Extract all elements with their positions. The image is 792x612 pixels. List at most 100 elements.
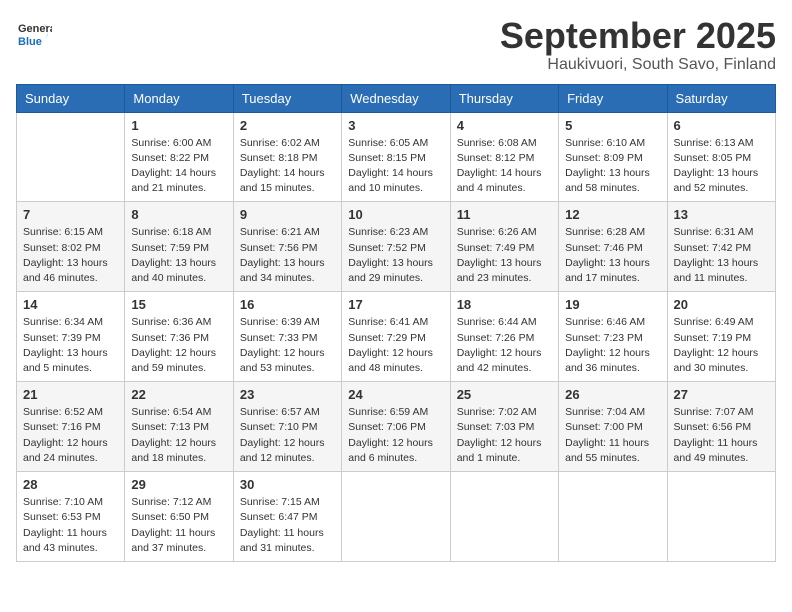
day-info: Sunrise: 6:52 AMSunset: 7:16 PMDaylight:…: [23, 405, 118, 466]
day-info: Sunrise: 6:31 AMSunset: 7:42 PMDaylight:…: [674, 225, 769, 286]
calendar-cell: 12Sunrise: 6:28 AMSunset: 7:46 PMDayligh…: [559, 202, 667, 292]
calendar-cell: 16 Sunrise: 6:39 AMSunset: 7:33 PMDayligh…: [233, 292, 341, 382]
day-info: Sunrise: 6:00 AMSunset: 8:22 PMDaylight:…: [131, 136, 226, 197]
day-number: 4: [457, 118, 552, 133]
day-number: 23: [240, 387, 335, 402]
day-number: 18: [457, 297, 552, 312]
calendar-header-row: SundayMondayTuesdayWednesdayThursdayFrid…: [17, 84, 776, 112]
calendar-cell: 11Sunrise: 6:26 AMSunset: 7:49 PMDayligh…: [450, 202, 558, 292]
day-info: Sunrise: 6:54 AMSunset: 7:13 PMDaylight:…: [131, 405, 226, 466]
day-number: 10: [348, 207, 443, 222]
calendar-cell: 17 Sunrise: 6:41 AMSunset: 7:29 PMDayligh…: [342, 292, 450, 382]
day-number: 6: [674, 118, 769, 133]
day-number: 5: [565, 118, 660, 133]
day-info: Sunrise: 6:44 AMSunset: 7:26 PMDaylight:…: [457, 315, 552, 376]
day-info: Sunrise: 6:05 AMSunset: 8:15 PMDaylight:…: [348, 136, 443, 197]
calendar-cell: 19 Sunrise: 6:46 AMSunset: 7:23 PMDayligh…: [559, 292, 667, 382]
calendar-cell: 18 Sunrise: 6:44 AMSunset: 7:26 PMDayligh…: [450, 292, 558, 382]
day-info: Sunrise: 6:18 AMSunset: 7:59 PMDaylight:…: [131, 225, 226, 286]
calendar-cell: 22 Sunrise: 6:54 AMSunset: 7:13 PMDayligh…: [125, 382, 233, 472]
day-info: Sunrise: 7:10 AMSunset: 6:53 PMDaylight:…: [23, 495, 118, 556]
calendar-cell: 25 Sunrise: 7:02 AMSunset: 7:03 PMDayligh…: [450, 382, 558, 472]
calendar-cell: 1 Sunrise: 6:00 AMSunset: 8:22 PMDaylight…: [125, 112, 233, 202]
calendar: SundayMondayTuesdayWednesdayThursdayFrid…: [16, 84, 776, 562]
calendar-cell: 27 Sunrise: 7:07 AMSunset: 6:56 PMDayligh…: [667, 382, 775, 472]
day-of-week-header: Wednesday: [342, 84, 450, 112]
day-number: 17: [348, 297, 443, 312]
calendar-cell: 10 Sunrise: 6:23 AMSunset: 7:52 PMDayligh…: [342, 202, 450, 292]
calendar-cell: [667, 472, 775, 562]
logo-icon: General Blue: [16, 16, 52, 52]
day-number: 16: [240, 297, 335, 312]
logo: General Blue: [16, 16, 54, 52]
calendar-cell: 26 Sunrise: 7:04 AMSunset: 7:00 PMDayligh…: [559, 382, 667, 472]
day-of-week-header: Thursday: [450, 84, 558, 112]
day-number: 21: [23, 387, 118, 402]
day-info: Sunrise: 6:46 AMSunset: 7:23 PMDaylight:…: [565, 315, 660, 376]
day-number: 13: [674, 207, 769, 222]
day-number: 14: [23, 297, 118, 312]
calendar-cell: 4Sunrise: 6:08 AMSunset: 8:12 PMDaylight…: [450, 112, 558, 202]
calendar-cell: 13 Sunrise: 6:31 AMSunset: 7:42 PMDayligh…: [667, 202, 775, 292]
day-number: 15: [131, 297, 226, 312]
day-number: 24: [348, 387, 443, 402]
calendar-cell: 30 Sunrise: 7:15 AMSunset: 6:47 PMDayligh…: [233, 472, 341, 562]
day-info: Sunrise: 7:07 AMSunset: 6:56 PMDaylight:…: [674, 405, 769, 466]
calendar-cell: 6 Sunrise: 6:13 AMSunset: 8:05 PMDaylight…: [667, 112, 775, 202]
day-number: 1: [131, 118, 226, 133]
day-info: Sunrise: 6:23 AMSunset: 7:52 PMDaylight:…: [348, 225, 443, 286]
day-number: 20: [674, 297, 769, 312]
day-info: Sunrise: 7:15 AMSunset: 6:47 PMDaylight:…: [240, 495, 335, 556]
calendar-cell: [450, 472, 558, 562]
calendar-week-row: 21 Sunrise: 6:52 AMSunset: 7:16 PMDayligh…: [17, 382, 776, 472]
calendar-cell: 3 Sunrise: 6:05 AMSunset: 8:15 PMDaylight…: [342, 112, 450, 202]
calendar-cell: [17, 112, 125, 202]
day-number: 30: [240, 477, 335, 492]
calendar-cell: 5 Sunrise: 6:10 AMSunset: 8:09 PMDaylight…: [559, 112, 667, 202]
day-number: 25: [457, 387, 552, 402]
calendar-cell: 15Sunrise: 6:36 AMSunset: 7:36 PMDayligh…: [125, 292, 233, 382]
day-number: 2: [240, 118, 335, 133]
location: Haukivuori, South Savo, Finland: [500, 56, 776, 74]
day-info: Sunrise: 6:41 AMSunset: 7:29 PMDaylight:…: [348, 315, 443, 376]
calendar-week-row: 1 Sunrise: 6:00 AMSunset: 8:22 PMDaylight…: [17, 112, 776, 202]
day-number: 28: [23, 477, 118, 492]
day-number: 26: [565, 387, 660, 402]
calendar-cell: 20Sunrise: 6:49 AMSunset: 7:19 PMDayligh…: [667, 292, 775, 382]
calendar-cell: 29Sunrise: 7:12 AMSunset: 6:50 PMDayligh…: [125, 472, 233, 562]
calendar-cell: [342, 472, 450, 562]
calendar-cell: 24Sunrise: 6:59 AMSunset: 7:06 PMDayligh…: [342, 382, 450, 472]
calendar-cell: 8Sunrise: 6:18 AMSunset: 7:59 PMDaylight…: [125, 202, 233, 292]
day-number: 12: [565, 207, 660, 222]
calendar-cell: 9Sunrise: 6:21 AMSunset: 7:56 PMDaylight…: [233, 202, 341, 292]
title-area: September 2025 Haukivuori, South Savo, F…: [500, 16, 776, 74]
calendar-cell: 2Sunrise: 6:02 AMSunset: 8:18 PMDaylight…: [233, 112, 341, 202]
day-info: Sunrise: 6:26 AMSunset: 7:49 PMDaylight:…: [457, 225, 552, 286]
day-info: Sunrise: 6:57 AMSunset: 7:10 PMDaylight:…: [240, 405, 335, 466]
day-of-week-header: Friday: [559, 84, 667, 112]
day-of-week-header: Sunday: [17, 84, 125, 112]
day-number: 27: [674, 387, 769, 402]
day-of-week-header: Tuesday: [233, 84, 341, 112]
day-number: 22: [131, 387, 226, 402]
calendar-week-row: 28 Sunrise: 7:10 AMSunset: 6:53 PMDayligh…: [17, 472, 776, 562]
day-number: 29: [131, 477, 226, 492]
calendar-week-row: 14 Sunrise: 6:34 AMSunset: 7:39 PMDayligh…: [17, 292, 776, 382]
day-info: Sunrise: 7:02 AMSunset: 7:03 PMDaylight:…: [457, 405, 552, 466]
calendar-cell: 23 Sunrise: 6:57 AMSunset: 7:10 PMDayligh…: [233, 382, 341, 472]
day-info: Sunrise: 6:10 AMSunset: 8:09 PMDaylight:…: [565, 136, 660, 197]
day-number: 7: [23, 207, 118, 222]
month-title: September 2025: [500, 16, 776, 56]
calendar-cell: 21 Sunrise: 6:52 AMSunset: 7:16 PMDayligh…: [17, 382, 125, 472]
day-info: Sunrise: 6:34 AMSunset: 7:39 PMDaylight:…: [23, 315, 118, 376]
day-of-week-header: Saturday: [667, 84, 775, 112]
day-number: 19: [565, 297, 660, 312]
day-number: 3: [348, 118, 443, 133]
calendar-cell: 28 Sunrise: 7:10 AMSunset: 6:53 PMDayligh…: [17, 472, 125, 562]
day-of-week-header: Monday: [125, 84, 233, 112]
day-info: Sunrise: 6:39 AMSunset: 7:33 PMDaylight:…: [240, 315, 335, 376]
day-info: Sunrise: 6:13 AMSunset: 8:05 PMDaylight:…: [674, 136, 769, 197]
day-info: Sunrise: 6:15 AMSunset: 8:02 PMDaylight:…: [23, 225, 118, 286]
calendar-week-row: 7 Sunrise: 6:15 AMSunset: 8:02 PMDaylight…: [17, 202, 776, 292]
day-info: Sunrise: 7:04 AMSunset: 7:00 PMDaylight:…: [565, 405, 660, 466]
